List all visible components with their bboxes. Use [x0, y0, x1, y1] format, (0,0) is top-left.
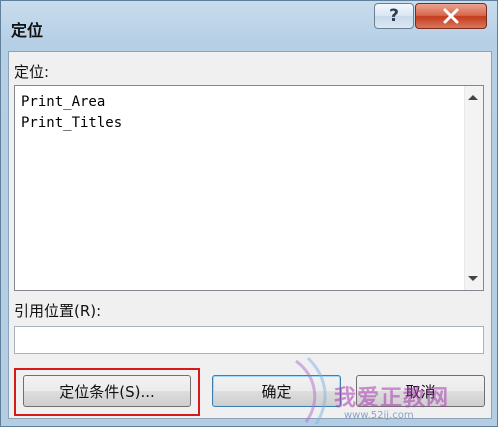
close-icon: [443, 8, 459, 24]
goto-listbox[interactable]: Print_Area Print_Titles: [14, 85, 484, 291]
chevron-down-icon[interactable]: [468, 276, 478, 281]
list-item[interactable]: Print_Area: [21, 92, 122, 113]
close-button[interactable]: [415, 3, 487, 29]
dialog-title: 定位: [11, 21, 44, 40]
goto-special-button[interactable]: 定位条件(S)...: [23, 375, 191, 407]
cancel-button[interactable]: 取消: [356, 375, 485, 407]
ok-button[interactable]: 确定: [212, 375, 341, 407]
vertical-scrollbar[interactable]: [464, 86, 483, 290]
reference-label: 引用位置(R):: [14, 302, 102, 320]
list-item[interactable]: Print_Titles: [21, 113, 122, 134]
help-button[interactable]: ?: [374, 3, 414, 29]
help-icon: ?: [389, 6, 399, 26]
reference-input[interactable]: [14, 326, 484, 354]
goto-label: 定位:: [14, 63, 50, 81]
goto-dialog: 定位 ? 定位: Print_Area Print_Titles 引用位置(R)…: [0, 0, 498, 427]
chevron-up-icon[interactable]: [468, 95, 478, 100]
